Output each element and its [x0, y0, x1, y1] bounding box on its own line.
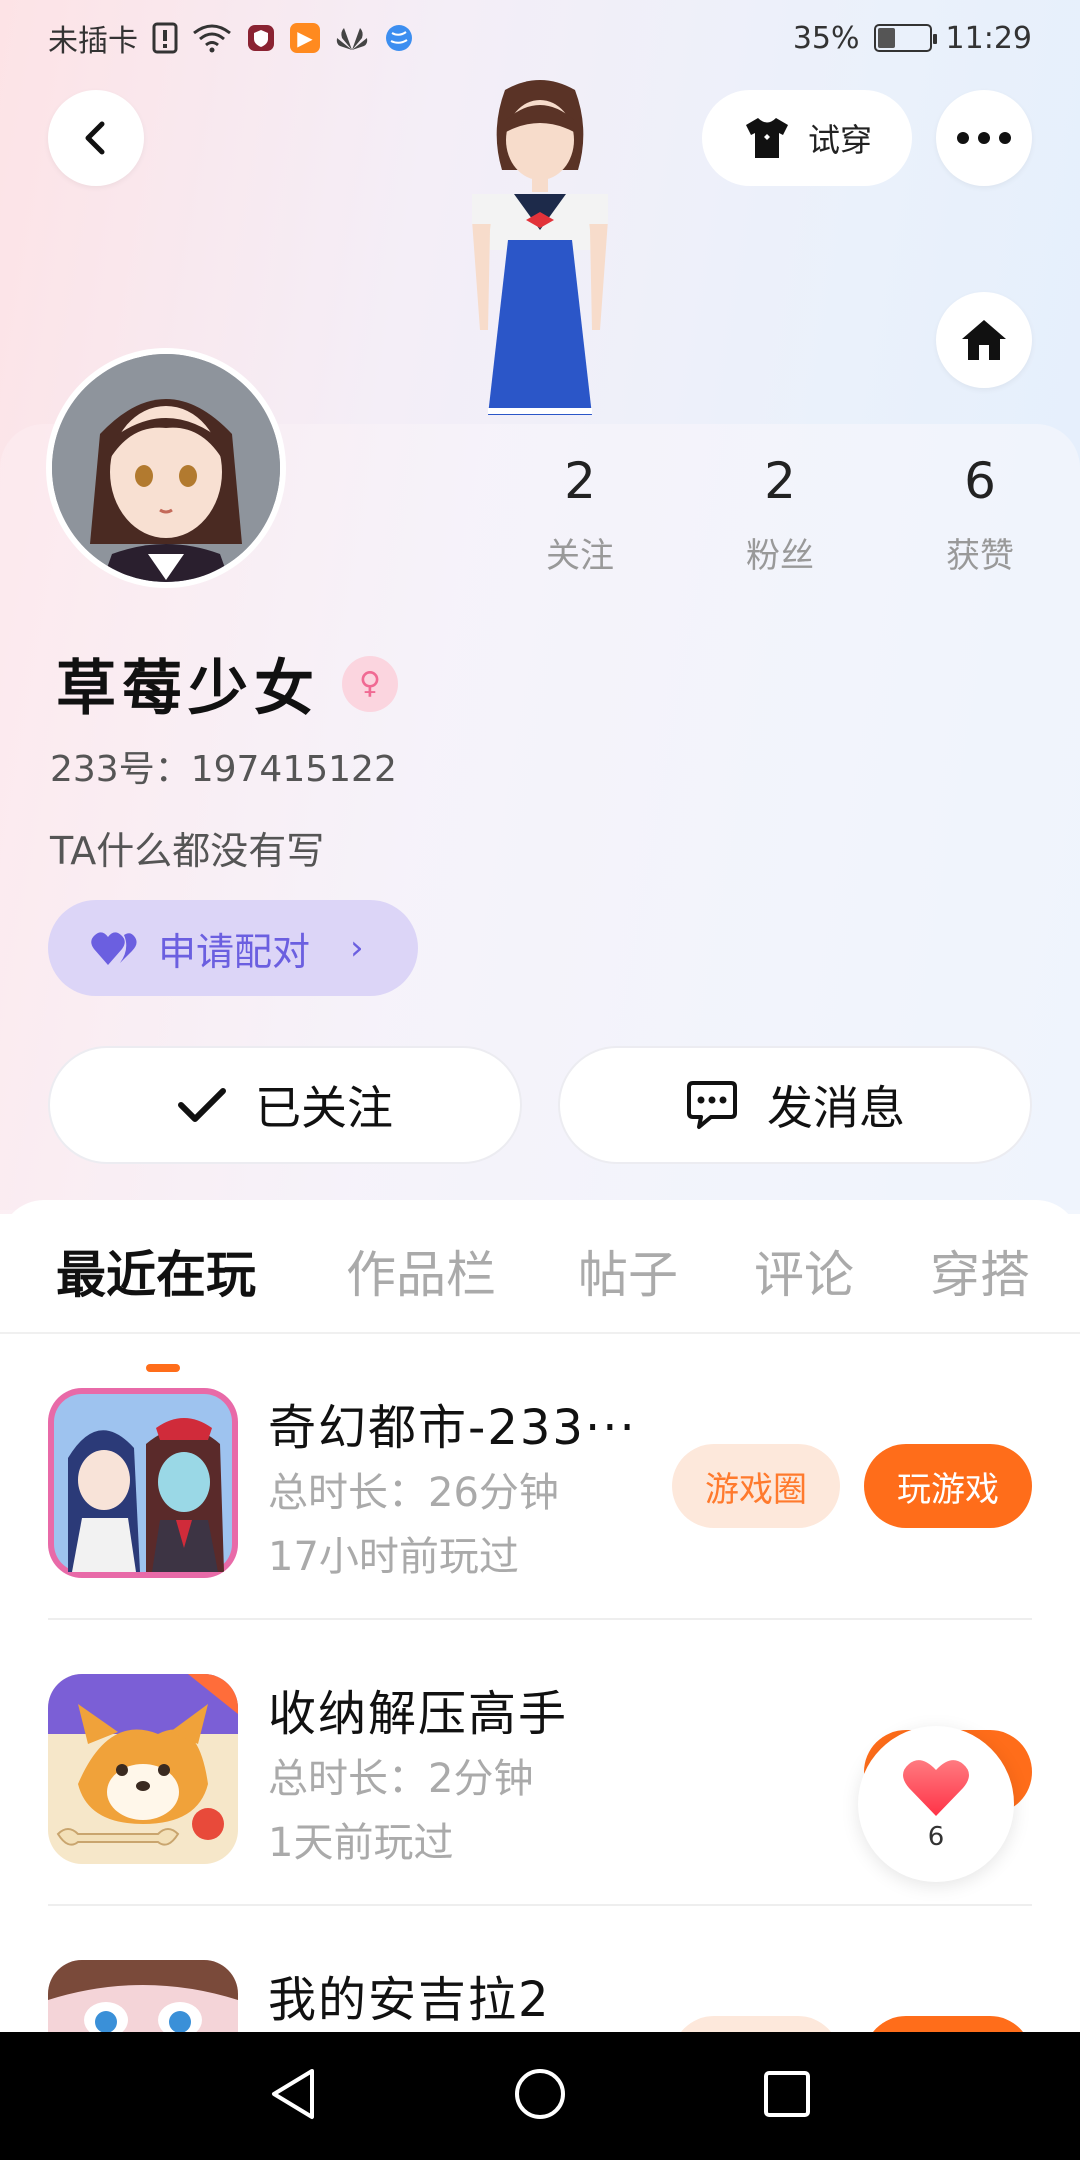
home-button[interactable] [936, 292, 1032, 388]
nav-home-icon[interactable] [513, 2067, 567, 2125]
stat-likes[interactable]: 6 获赞 [880, 446, 1080, 577]
clock: 11:29 [945, 20, 1032, 56]
floating-like-button[interactable]: 6 [858, 1726, 1014, 1882]
tab-posts[interactable]: 帖子 [578, 1240, 678, 1310]
request-pair-button[interactable]: 申请配对 › [48, 900, 418, 996]
name-row: 草莓少女 ♀ [56, 640, 398, 727]
tab-works[interactable]: 作品栏 [346, 1240, 496, 1310]
nav-recents-icon[interactable] [762, 2069, 812, 2123]
profile-name: 草莓少女 [56, 654, 320, 724]
avatar[interactable] [46, 348, 286, 588]
carrier-text: 未插卡 [48, 24, 138, 59]
globe-app-icon [384, 23, 414, 53]
followed-button[interactable]: 已关注 [48, 1046, 522, 1164]
nav-back-icon[interactable] [268, 2067, 318, 2125]
heart-icon [903, 1760, 969, 1816]
more-dots-icon [957, 132, 1011, 144]
game-icon-fantasy-city [48, 1388, 238, 1578]
shield-app-icon [246, 23, 276, 53]
wifi-icon [192, 23, 232, 53]
battery-level [877, 28, 896, 48]
stat-following[interactable]: 2 关注 [480, 446, 680, 577]
try-on-button[interactable]: 试穿 [702, 90, 912, 186]
tab-recently-played[interactable]: 最近在玩 [56, 1240, 256, 1310]
message-label: 发消息 [767, 1081, 905, 1135]
profile-bio: TA什么都没有写 [50, 829, 325, 873]
chevron-left-icon [85, 121, 105, 155]
game-duration: 总时长：2分钟 [268, 1756, 534, 1802]
avatar-image [52, 354, 280, 582]
home-icon [962, 320, 1006, 360]
chat-bubble-icon [687, 1081, 737, 1129]
pair-label: 申请配对 [158, 929, 311, 974]
status-right: 35% 11:29 [793, 21, 1032, 56]
avatar-character-figure[interactable] [410, 70, 670, 430]
back-button[interactable] [48, 90, 144, 186]
status-left: 未插卡 ▶ [48, 16, 414, 60]
status-bar: 未插卡 ▶ 35% 11:29 [0, 0, 1080, 76]
system-navigation-bar [0, 2032, 1080, 2160]
stat-value: 2 [564, 452, 596, 510]
game-circle-button[interactable]: 游戏圈 [672, 1444, 840, 1528]
game-title: 奇幻都市-233··· [268, 1400, 637, 1456]
tab-outfits[interactable]: 穿搭 [930, 1240, 1030, 1310]
more-options-button[interactable] [936, 90, 1032, 186]
sim-alert-icon [152, 22, 178, 54]
stat-label: 粉丝 [746, 536, 814, 576]
profile-tabs: 最近在玩 作品栏 帖子 评论 穿搭 [0, 1240, 1080, 1372]
huawei-icon [334, 24, 370, 52]
send-message-button[interactable]: 发消息 [558, 1046, 1032, 1164]
heart-pair-icon [91, 932, 137, 965]
play-app-icon: ▶ [290, 23, 320, 53]
stat-label: 关注 [546, 536, 614, 576]
play-game-button[interactable]: 玩游戏 [864, 1444, 1032, 1528]
game-last-played: 17小时前玩过 [268, 1534, 519, 1580]
check-icon [178, 1088, 226, 1122]
profile-stats: 2 关注 2 粉丝 6 获赞 [480, 446, 1080, 577]
game-icon-my-angela [48, 1960, 238, 2032]
battery-icon [873, 24, 937, 52]
game-icon-storage-master [48, 1674, 238, 1864]
try-on-label: 试穿 [807, 121, 872, 159]
game-circle-button[interactable] [672, 2016, 840, 2032]
content-panel: 最近在玩 作品栏 帖子 评论 穿搭 奇幻都市-233··· 总时长：26分钟 1 [0, 1200, 1080, 2032]
game-duration: 总时长：26分钟 [268, 1470, 559, 1516]
female-icon: ♀ [342, 655, 398, 712]
game-last-played: 1天前玩过 [268, 1820, 454, 1866]
game-title: 我的安吉拉2 [268, 1972, 551, 2028]
battery-percent: 35% [792, 20, 860, 56]
followed-label: 已关注 [255, 1081, 393, 1135]
game-title: 收纳解压高手 [268, 1686, 569, 1742]
stat-label: 获赞 [946, 536, 1014, 576]
like-count: 6 [927, 1822, 945, 1852]
tshirt-icon [745, 118, 788, 158]
stat-value: 2 [764, 452, 796, 510]
play-game-button[interactable] [864, 2016, 1032, 2032]
chevron-right-icon: › [350, 928, 364, 968]
user-id[interactable]: 233号：197415122 [50, 740, 397, 792]
stat-value: 6 [964, 452, 996, 510]
tab-comments[interactable]: 评论 [754, 1240, 854, 1310]
list-item[interactable]: 奇幻都市-233··· 总时长：26分钟 17小时前玩过 游戏圈 玩游戏 [0, 1334, 1080, 1620]
stat-followers[interactable]: 2 粉丝 [680, 446, 880, 577]
list-item[interactable]: 我的安吉拉2 [0, 1906, 1080, 2032]
